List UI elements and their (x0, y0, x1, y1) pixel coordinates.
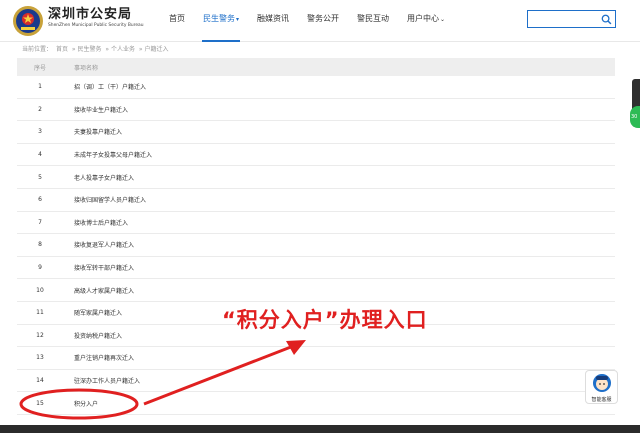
table-row[interactable]: 1 招（调）工（干）户籍迁入 (17, 76, 615, 99)
main-nav: 首页 民生警务▾ 融媒资讯 警务公开 警民互动 用户中心⌄ (160, 0, 454, 42)
row-number: 12 (36, 331, 44, 339)
nav-media-news[interactable]: 融媒资讯 (248, 0, 298, 42)
site-title: 深圳市公安局 (48, 7, 133, 22)
table-row[interactable]: 6 接收归国留学人员户籍迁入 (17, 188, 615, 212)
row-number: 3 (38, 128, 42, 136)
site-brand: 深圳市公安局 ShenZhen Municipal Public Securit… (48, 7, 144, 29)
table-row[interactable]: 14 驻深办工作人员户籍迁入 (17, 369, 615, 393)
row-service-link[interactable]: 接收毕业生户籍迁入 (63, 105, 615, 114)
table-row[interactable]: 10 高级人才家属户籍迁入 (17, 279, 615, 302)
row-number: 11 (36, 309, 44, 317)
table-row[interactable]: 9 接收军转干部户籍迁入 (17, 257, 615, 280)
breadcrumb: 当前位置： 首页 » 民生警务 » 个人业务 » 户籍迁入 (22, 44, 171, 53)
row-service-link[interactable]: 招（调）工（干）户籍迁入 (63, 82, 615, 91)
row-service-link[interactable]: 高级人才家属户籍迁入 (63, 286, 615, 295)
row-service-link[interactable]: 接收归国留学人员户籍迁入 (63, 195, 615, 204)
nav-police-affairs[interactable]: 警务公开 (298, 0, 348, 42)
table-row[interactable]: 8 接收复退军人户籍迁入 (17, 234, 615, 257)
nav-livelihood-policing[interactable]: 民生警务▾ (194, 0, 248, 42)
search-input[interactable] (527, 10, 616, 28)
chevron-down-icon: ⌄ (440, 16, 446, 23)
nav-interaction[interactable]: 警民互动 (348, 0, 398, 42)
row-number: 15 (36, 399, 44, 407)
row-service-link[interactable]: 驻深办工作人员户籍迁入 (63, 376, 615, 385)
row-number: 4 (38, 151, 42, 159)
table-row[interactable]: 3 夫妻投靠户籍迁入 (17, 121, 615, 144)
search-icon[interactable] (601, 14, 612, 25)
table-row[interactable]: 7 接收博士后户籍迁入 (17, 212, 615, 235)
table-row[interactable]: 13 重户注销户籍再次迁入 (17, 347, 615, 370)
row-number: 6 (38, 196, 42, 204)
nav-user-center[interactable]: 用户中心⌄ (398, 0, 454, 42)
row-service-link[interactable]: 接收博士后户籍迁入 (63, 218, 615, 227)
assistant-avatar-icon (592, 374, 611, 392)
table-row[interactable]: 2 接收毕业生户籍迁入 (17, 98, 615, 122)
side-badge[interactable]: 30 (630, 106, 640, 128)
assistant-label: 智能客服 (591, 397, 612, 403)
row-number: 7 (38, 218, 42, 226)
table-row[interactable]: 15 积分入户 (17, 392, 615, 415)
row-service-link[interactable]: 夫妻投靠户籍迁入 (63, 127, 615, 136)
col-header-name: 事项名称 (74, 64, 99, 72)
breadcrumb-prefix: 当前位置： (22, 46, 53, 53)
row-service-link[interactable]: 接收复退军人户籍迁入 (63, 240, 615, 249)
police-emblem-logo[interactable] (12, 5, 44, 37)
row-service-link[interactable]: 老人投靠子女户籍迁入 (63, 173, 615, 182)
breadcrumb-personal[interactable]: » 个人业务 (105, 46, 135, 53)
chevron-down-icon: ▾ (236, 16, 240, 23)
row-number: 8 (38, 241, 42, 249)
row-service-link[interactable]: 积分入户 (63, 399, 615, 408)
service-table: 序号 事项名称 1 招（调）工（干）户籍迁入 2 接收毕业生户籍迁入 3 夫妻投靠户籍迁入… (17, 58, 615, 415)
row-number: 1 (38, 83, 42, 91)
row-number: 2 (38, 105, 42, 113)
row-service-link[interactable]: 重户注销户籍再次迁入 (63, 353, 615, 362)
bottom-bar (0, 425, 640, 433)
table-row[interactable]: 4 未成年子女投靠父母户籍迁入 (17, 143, 615, 167)
site-subtitle: ShenZhen Municipal Public Security Burea… (48, 23, 144, 28)
row-number: 10 (36, 286, 44, 294)
col-header-number: 序号 (33, 64, 46, 72)
row-number: 14 (36, 377, 44, 385)
row-number: 13 (36, 354, 44, 362)
row-service-link[interactable]: 接收军转干部户籍迁入 (63, 263, 615, 272)
breadcrumb-livelihood[interactable]: » 民生警务 (72, 46, 102, 53)
breadcrumb-current: » 户籍迁入 (138, 46, 169, 53)
table-row[interactable]: 5 老人投靠子女户籍迁入 (17, 166, 615, 189)
site-header: 深圳市公安局 ShenZhen Municipal Public Securit… (0, 0, 640, 42)
row-number: 5 (38, 173, 42, 181)
row-number: 9 (38, 264, 42, 272)
annotation-callout: “积分入户”办理入口 (222, 308, 428, 332)
table-header: 序号 事项名称 (17, 58, 615, 76)
row-service-link[interactable]: 未成年子女投靠父母户籍迁入 (63, 150, 615, 159)
breadcrumb-home[interactable]: 首页 (56, 46, 68, 53)
smart-assistant-button[interactable]: 智能客服 (585, 370, 618, 404)
nav-home[interactable]: 首页 (160, 0, 194, 42)
